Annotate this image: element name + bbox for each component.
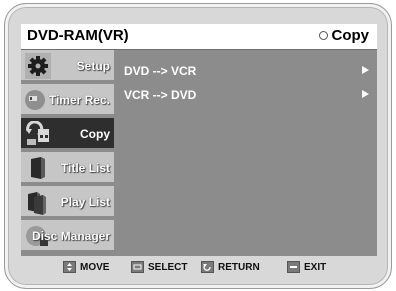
sidebar-item-copy[interactable]: Copy bbox=[21, 118, 114, 150]
copy-icon bbox=[26, 121, 49, 145]
arrow-right-icon bbox=[362, 66, 369, 74]
footer-select: SELECT bbox=[131, 261, 187, 273]
gear-icon bbox=[25, 53, 51, 79]
sidebar-item-disc-manager[interactable]: Disc Manager bbox=[21, 220, 114, 252]
page-title: DVD-RAM(VR) bbox=[27, 27, 129, 44]
title-list-icon bbox=[31, 157, 45, 179]
sidebar-item-label: Play List bbox=[60, 195, 110, 209]
sidebar: Setup Timer Rec. Copy Title List Play Li… bbox=[21, 50, 114, 256]
sidebar-item-play-list[interactable]: Play List bbox=[21, 186, 114, 218]
menu-item-dvd-to-vcr[interactable]: DVD --> VCR bbox=[124, 62, 369, 82]
osd-menu: DVD-RAM(VR) Copy Setup Timer Rec. Copy T… bbox=[21, 24, 377, 256]
submenu-panel: DVD --> VCR VCR --> DVD bbox=[114, 50, 377, 256]
updown-icon bbox=[63, 261, 76, 273]
return-icon bbox=[201, 261, 214, 273]
menu-item-label: DVD --> VCR bbox=[124, 64, 197, 78]
footer-label: MOVE bbox=[80, 261, 110, 273]
exit-icon bbox=[287, 261, 300, 273]
arrow-right-icon bbox=[362, 90, 369, 98]
enter-icon bbox=[131, 261, 144, 273]
menu-item-vcr-to-dvd[interactable]: VCR --> DVD bbox=[124, 86, 369, 106]
sidebar-item-label: Timer Rec. bbox=[48, 93, 110, 107]
button-guide: MOVE SELECT RETURN EXIT bbox=[21, 258, 377, 280]
sidebar-item-label: Title List bbox=[60, 161, 110, 175]
mode-indicator: Copy bbox=[318, 27, 370, 44]
footer-return: RETURN bbox=[201, 261, 260, 273]
title-bar: DVD-RAM(VR) Copy bbox=[21, 24, 377, 50]
sidebar-item-label: Disc Manager bbox=[31, 229, 110, 243]
footer-label: RETURN bbox=[218, 261, 260, 273]
footer-label: EXIT bbox=[304, 261, 327, 273]
footer-exit: EXIT bbox=[287, 261, 326, 273]
ring-icon bbox=[318, 31, 328, 40]
sidebar-item-title-list[interactable]: Title List bbox=[21, 152, 114, 184]
sidebar-item-label: Setup bbox=[76, 59, 110, 73]
clock-icon bbox=[25, 90, 45, 110]
mode-label: Copy bbox=[331, 27, 370, 44]
sidebar-item-setup[interactable]: Setup bbox=[21, 50, 114, 82]
footer-move: MOVE bbox=[63, 261, 109, 273]
sidebar-item-label: Copy bbox=[80, 127, 110, 141]
sidebar-item-timer-rec[interactable]: Timer Rec. bbox=[21, 84, 114, 116]
footer-label: SELECT bbox=[148, 261, 188, 273]
menu-item-label: VCR --> DVD bbox=[124, 88, 197, 102]
play-list-icon bbox=[28, 192, 46, 215]
